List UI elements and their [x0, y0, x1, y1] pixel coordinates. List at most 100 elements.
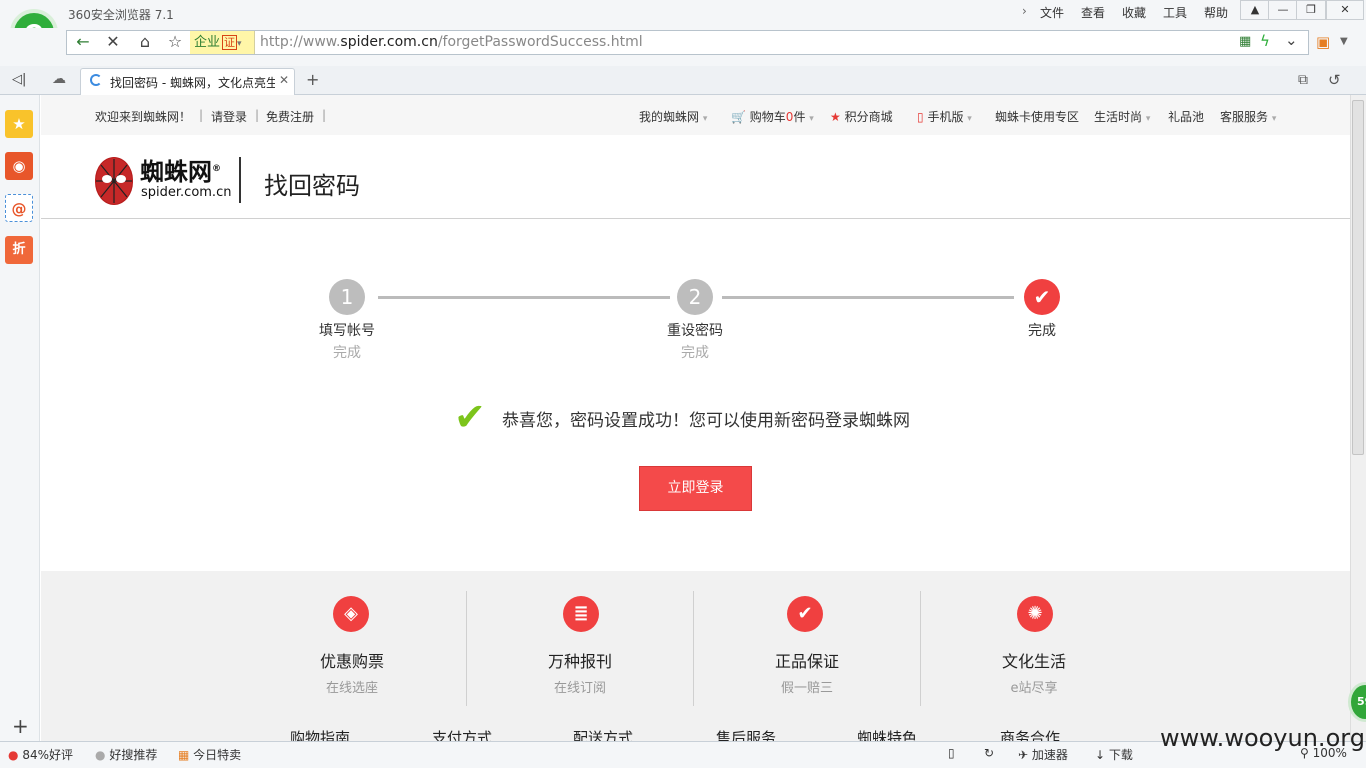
- menu-favorites[interactable]: 收藏: [1122, 4, 1146, 21]
- rating-item[interactable]: ● 84%好评: [8, 746, 73, 763]
- url-text[interactable]: http://www.spider.com.cn/forgetPasswordS…: [260, 34, 643, 50]
- site-header: [41, 135, 1350, 219]
- phone-icon[interactable]: ▯: [948, 746, 955, 760]
- lightning-icon[interactable]: ϟ: [1260, 32, 1270, 50]
- step-1-status: 完成: [333, 345, 361, 361]
- accelerator-item[interactable]: ✈ 加速器: [1018, 746, 1068, 763]
- login-link[interactable]: 请登录: [211, 108, 247, 125]
- feature-title: 正品保证: [774, 652, 839, 671]
- star-icon[interactable]: ☆: [160, 30, 190, 54]
- tab-close-icon[interactable]: ✕: [279, 73, 289, 87]
- tab-title: 找回密码 - 蜘蛛网，文化点亮生活: [110, 76, 275, 90]
- site-domain: spider.com.cn: [141, 185, 232, 200]
- mobile-link[interactable]: ▯ 手机版 ▾: [917, 108, 972, 125]
- menu-tools[interactable]: 工具: [1163, 4, 1187, 21]
- add-sidebar-icon[interactable]: +: [12, 714, 29, 738]
- maximize-button[interactable]: ❐: [1296, 0, 1326, 20]
- undo-close-icon[interactable]: ↺: [1328, 71, 1341, 89]
- close-button[interactable]: ✕: [1326, 0, 1364, 20]
- chevron-down-icon[interactable]: ⌄: [1285, 31, 1298, 49]
- ticket-tag-icon: ◈: [333, 596, 369, 632]
- step-3-check-icon: ✔: [1024, 279, 1060, 315]
- welcome-text: 欢迎来到蜘蛛网！: [95, 110, 192, 124]
- chevron-right-icon[interactable]: ›: [1022, 4, 1027, 18]
- favorites-star-icon[interactable]: ★: [5, 110, 33, 138]
- skin-icon[interactable]: ▲: [1240, 0, 1270, 20]
- mail-icon[interactable]: @: [5, 194, 33, 222]
- download-icon: ↓: [1095, 748, 1106, 762]
- app-title: 360安全浏览器 7.1: [68, 8, 174, 22]
- newspaper-icon: ≣: [563, 596, 599, 632]
- watermark: www.wooyun.org: [1160, 724, 1365, 752]
- step-1-circle: 1: [329, 279, 365, 315]
- loading-icon: [90, 74, 102, 86]
- spider-logo-icon[interactable]: [95, 157, 133, 205]
- discount-icon[interactable]: 折: [5, 236, 33, 264]
- tomato-icon: ●: [8, 748, 19, 762]
- menu-help[interactable]: 帮助: [1204, 4, 1228, 21]
- cloud-icon[interactable]: ☁: [52, 71, 66, 87]
- register-link[interactable]: 免费注册: [266, 108, 314, 125]
- points-mall-link[interactable]: ★ 积分商城: [830, 108, 893, 125]
- feature-divider: [693, 591, 694, 706]
- step-2-label: 重设密码: [667, 323, 723, 339]
- browser-sidebar: [0, 95, 40, 741]
- feature-divider: [920, 591, 921, 706]
- feature-title: 文化生活: [1001, 652, 1066, 671]
- sync-icon[interactable]: ↻: [984, 746, 994, 760]
- card-zone-link[interactable]: 蜘蛛卡使用专区: [995, 108, 1079, 125]
- recommend-item[interactable]: ● 好搜推荐: [95, 746, 157, 763]
- minimize-button[interactable]: —: [1268, 0, 1298, 20]
- life-link[interactable]: 生活时尚 ▾: [1094, 108, 1150, 125]
- feature-subtitle: e站尽享: [1010, 681, 1058, 696]
- rocket-icon: ✈: [1018, 748, 1029, 762]
- genuine-check-icon: ✔: [787, 596, 823, 632]
- service-link[interactable]: 客服服务 ▾: [1220, 108, 1276, 125]
- culture-gear-icon: ✺: [1017, 596, 1053, 632]
- feature-title: 优惠购票: [319, 652, 384, 671]
- logo-divider: [239, 157, 241, 203]
- phone-icon: ▯: [917, 110, 924, 124]
- step-1-label: 填写帐号: [319, 323, 375, 339]
- site-footer: [41, 571, 1350, 741]
- dot-icon: ●: [95, 748, 106, 762]
- menu-view[interactable]: 查看: [1081, 4, 1105, 21]
- gift-icon: ▦: [178, 748, 190, 762]
- weibo-icon[interactable]: ◉: [5, 152, 33, 180]
- my-spider-link[interactable]: 我的蜘蛛网 ▾: [639, 108, 707, 125]
- deals-item[interactable]: ▦ 今日特卖: [178, 746, 241, 763]
- page-title: 找回密码: [264, 172, 360, 200]
- back-icon[interactable]: ←: [68, 30, 98, 54]
- step-3-label: 完成: [1028, 323, 1056, 339]
- scrollbar-thumb[interactable]: [1352, 100, 1364, 455]
- feature-subtitle: 在线选座: [325, 681, 378, 696]
- apps-icon[interactable]: ▣: [1316, 33, 1330, 51]
- feature-subtitle: 假一赔三: [780, 681, 833, 696]
- success-message: 恭喜您，密码设置成功！您可以使用新密码登录蜘蛛网: [502, 411, 910, 431]
- sidebar-toggle-icon[interactable]: ◁|: [12, 72, 26, 87]
- step-connector: [722, 296, 1014, 299]
- title-bar: [0, 0, 1366, 28]
- cart-link[interactable]: 🛒 购物车0件 ▾: [731, 108, 814, 125]
- download-item[interactable]: ↓ 下载: [1095, 746, 1133, 763]
- feature-subtitle: 在线订阅: [553, 681, 606, 696]
- home-icon[interactable]: ⌂: [130, 30, 160, 54]
- apps-dropdown-icon[interactable]: ▼: [1340, 36, 1348, 47]
- star-icon: ★: [830, 110, 841, 124]
- qrcode-icon[interactable]: ▦: [1239, 34, 1251, 49]
- login-now-button[interactable]: 立即登录: [639, 466, 752, 511]
- enterprise-cert-badge[interactable]: 企业证 ▾: [190, 31, 255, 54]
- cart-icon: 🛒: [731, 110, 746, 124]
- step-connector: [378, 296, 670, 299]
- menu-file[interactable]: 文件: [1040, 4, 1064, 21]
- step-2-circle: 2: [677, 279, 713, 315]
- cert-icon: 证: [222, 35, 238, 50]
- feature-title: 万种报刊: [547, 652, 612, 671]
- new-tab-button[interactable]: +: [306, 70, 319, 89]
- feature-divider: [466, 591, 467, 706]
- gifts-link[interactable]: 礼品池: [1168, 108, 1204, 125]
- stop-icon[interactable]: ✕: [98, 30, 128, 54]
- site-name: 蜘蛛网®: [140, 158, 221, 186]
- restore-tabs-icon[interactable]: ⧉: [1298, 72, 1308, 88]
- success-check-icon: ✔: [454, 395, 486, 439]
